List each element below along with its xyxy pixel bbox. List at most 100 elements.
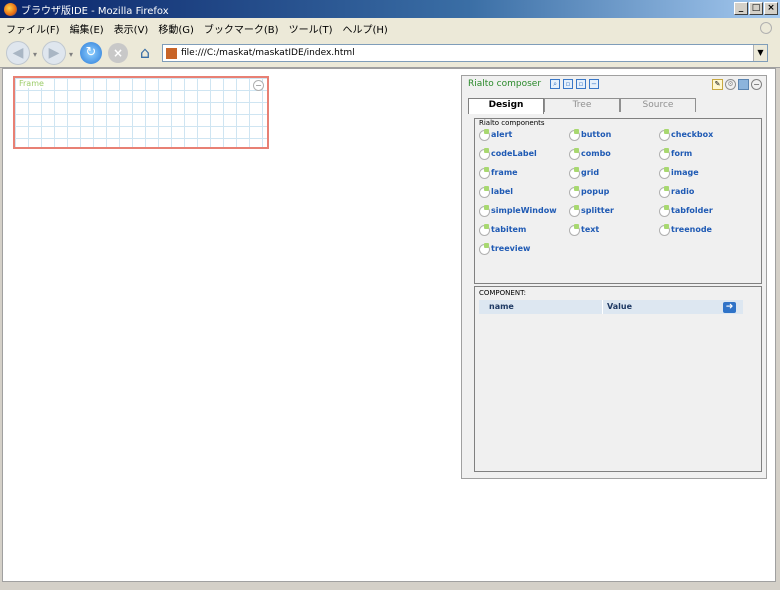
component-label: popup [581, 186, 610, 196]
component-icon [659, 224, 670, 236]
menu-bookmarks[interactable]: ブックマーク(B) [204, 21, 279, 36]
component-label: grid [581, 167, 600, 177]
forward-arrow-icon: ▶ [42, 41, 66, 65]
component-checkbox[interactable]: checkbox [659, 129, 714, 141]
component-frame[interactable]: frame [479, 167, 518, 179]
component-button[interactable]: button [569, 129, 611, 141]
firefox-icon [4, 2, 17, 16]
frame-widget[interactable]: Frame − [13, 76, 269, 149]
component-treenode[interactable]: treenode [659, 224, 712, 236]
component-icon [479, 205, 490, 217]
composer-header: Rialto composer ⌕ ▫ ▫ − [468, 79, 600, 89]
component-tabfolder[interactable]: tabfolder [659, 205, 713, 217]
component-label-text: label [491, 186, 514, 196]
home-button[interactable]: ⌂ [134, 43, 156, 63]
composer-tabs: Design Tree Source [468, 98, 762, 114]
minimize-button[interactable]: _ [734, 2, 748, 15]
url-text[interactable]: file:///C:/maskat/maskatIDE/index.html [181, 48, 355, 58]
composer-toolbar: ✎ ⚙ − [712, 79, 762, 90]
component-image[interactable]: image [659, 167, 699, 179]
tab-source[interactable]: Source [620, 98, 696, 112]
component-icon [569, 167, 580, 179]
component-label: radio [671, 186, 695, 196]
menu-file[interactable]: ファイル(F) [6, 21, 60, 36]
component-combo[interactable]: combo [569, 148, 611, 160]
component-icon [479, 243, 490, 255]
menu-view[interactable]: 表示(V) [114, 21, 149, 36]
reload-icon: ↻ [80, 42, 102, 64]
properties-header: name Value [479, 300, 743, 314]
back-arrow-icon: ◀ [6, 41, 30, 65]
url-bar[interactable]: file:///C:/maskat/maskatIDE/index.html ▼ [162, 44, 768, 62]
back-button[interactable]: ◀ [6, 41, 30, 65]
component-label: checkbox [671, 129, 714, 139]
properties-label: COMPONENT: [479, 289, 526, 297]
frame-close-icon[interactable]: − [253, 80, 264, 91]
new-file-icon[interactable]: ✎ [712, 79, 723, 90]
component-grid[interactable]: grid [569, 167, 600, 179]
document-icon[interactable] [738, 79, 749, 90]
collapse-icon[interactable]: − [589, 79, 600, 89]
menu-edit[interactable]: 編集(E) [70, 21, 104, 36]
component-label: form [671, 148, 693, 158]
components-palette: Rialto components alert button checkbox … [474, 118, 762, 284]
component-label: frame [491, 167, 518, 177]
component-icon [479, 224, 490, 236]
stop-icon: × [108, 43, 128, 63]
component-codelabel[interactable]: codeLabel [479, 148, 537, 160]
stop-button[interactable]: × [108, 43, 128, 63]
window-title: ブラウザ版IDE - Mozilla Firefox [21, 5, 169, 17]
component-form[interactable]: form [659, 148, 693, 160]
component-icon [659, 205, 670, 217]
component-icon [659, 167, 670, 179]
frame-title: Frame [19, 79, 44, 88]
component-simplewindow[interactable]: simpleWindow [479, 205, 557, 217]
minimize-panel-icon[interactable]: − [751, 79, 762, 90]
zoom-icon[interactable]: ⌕ [550, 79, 561, 89]
menu-tools[interactable]: ツール(T) [289, 21, 333, 36]
back-dropdown-icon[interactable]: ▾ [33, 50, 37, 59]
component-icon [569, 224, 580, 236]
tab-design[interactable]: Design [468, 98, 544, 114]
component-label: alert [491, 129, 513, 139]
reload-button[interactable]: ↻ [80, 42, 102, 64]
menu-help[interactable]: ヘルプ(H) [343, 21, 388, 36]
component-label: tabitem [491, 224, 527, 234]
forward-button[interactable]: ▶ [42, 41, 66, 65]
add-property-icon[interactable]: ➜ [723, 302, 736, 313]
component-label: simpleWindow [491, 205, 557, 215]
page-favicon-icon [166, 47, 177, 59]
close-button[interactable]: × [764, 2, 778, 15]
settings-icon[interactable]: ⚙ [725, 79, 736, 90]
component-treeview[interactable]: treeview [479, 243, 530, 255]
component-icon [569, 205, 580, 217]
component-icon [659, 186, 670, 198]
menu-go[interactable]: 移動(G) [158, 21, 194, 36]
component-icon [479, 148, 490, 160]
component-icon [659, 148, 670, 160]
component-icon [569, 129, 580, 141]
component-splitter[interactable]: splitter [569, 205, 614, 217]
component-label: codeLabel [491, 148, 537, 158]
component-text[interactable]: text [569, 224, 599, 236]
tab-tree[interactable]: Tree [544, 98, 620, 112]
maximize-button[interactable]: □ [749, 2, 763, 15]
url-dropdown-icon[interactable]: ▼ [753, 45, 767, 61]
column-name: name [479, 300, 603, 314]
component-label[interactable]: label [479, 186, 514, 198]
align-left-icon[interactable]: ▫ [563, 79, 574, 89]
forward-dropdown-icon[interactable]: ▾ [69, 50, 73, 59]
composer-title: Rialto composer [468, 79, 542, 89]
component-label: combo [581, 148, 611, 158]
component-icon [479, 129, 490, 141]
align-right-icon[interactable]: ▫ [576, 79, 587, 89]
home-icon: ⌂ [139, 43, 151, 62]
component-popup[interactable]: popup [569, 186, 610, 198]
window-titlebar: ブラウザ版IDE - Mozilla Firefox _ □ × [0, 0, 780, 18]
component-icon [479, 167, 490, 179]
component-tabitem[interactable]: tabitem [479, 224, 527, 236]
component-radio[interactable]: radio [659, 186, 695, 198]
component-alert[interactable]: alert [479, 129, 513, 141]
component-label: splitter [581, 205, 614, 215]
throbber-icon [760, 22, 772, 34]
